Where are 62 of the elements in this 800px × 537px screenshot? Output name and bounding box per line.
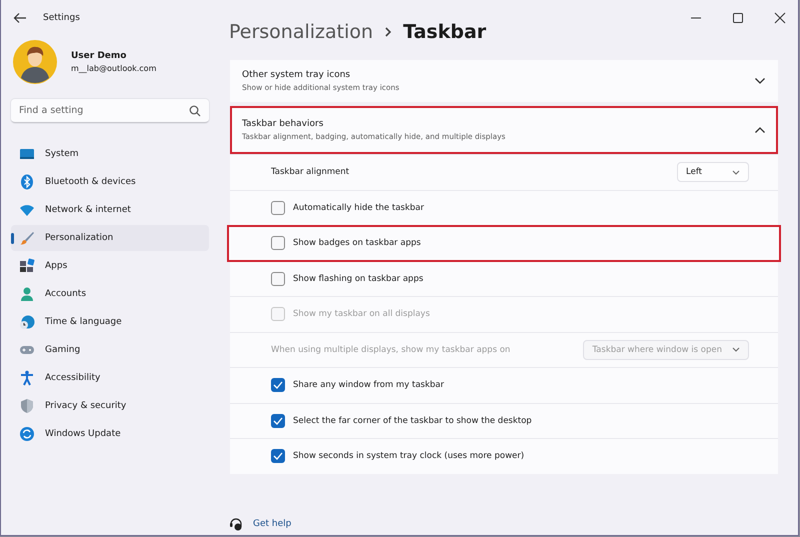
setting-label: When using multiple displays, show my taskbar apps on xyxy=(271,344,510,355)
dropdown: Taskbar where window is open xyxy=(583,340,749,360)
checkbox[interactable] xyxy=(271,414,285,428)
sidebar-item[interactable]: Accessibility xyxy=(11,365,209,391)
sidebar-item[interactable]: Apps xyxy=(11,253,209,279)
chevron-down-icon xyxy=(754,77,766,85)
help-link[interactable]: Get help xyxy=(253,519,292,529)
shield-icon xyxy=(19,398,35,414)
sidebar-item[interactable]: Gaming xyxy=(11,337,209,363)
sidebar-item[interactable]: Personalization xyxy=(11,225,209,251)
check-icon xyxy=(273,416,283,425)
sidebar-item[interactable]: System xyxy=(11,141,209,167)
breadcrumb-link[interactable]: Personalization xyxy=(229,21,374,43)
selection-indicator xyxy=(11,233,14,244)
chevron-down-icon xyxy=(732,170,740,175)
search-icon[interactable] xyxy=(189,105,201,117)
sidebar-item[interactable]: Privacy & security xyxy=(11,393,209,419)
update-icon xyxy=(19,426,35,442)
sidebar-item[interactable]: Accounts xyxy=(11,281,209,307)
chevron-right-icon xyxy=(383,25,394,39)
checkbox[interactable] xyxy=(271,378,285,392)
bluetooth-icon xyxy=(19,174,35,190)
back-icon[interactable] xyxy=(13,12,27,24)
checkbox[interactable] xyxy=(271,449,285,464)
section-title: Taskbar behaviors xyxy=(242,119,324,129)
wifi-icon xyxy=(19,202,35,218)
sidebar-item[interactable]: Bluetooth & devices xyxy=(11,169,209,195)
avatar-icon xyxy=(13,40,57,84)
checkbox-label: Show flashing on taskbar apps xyxy=(293,274,424,284)
check-icon xyxy=(273,381,283,390)
apps-icon xyxy=(19,258,35,274)
user-email: m__lab@outlook.com xyxy=(71,64,156,73)
search-field[interactable]: Find a setting xyxy=(11,99,209,123)
person-icon xyxy=(19,286,35,302)
checkbox[interactable] xyxy=(271,236,285,250)
checkbox-label: Share any window from my taskbar xyxy=(293,380,444,390)
chevron-up-icon xyxy=(754,126,766,134)
accessibility-icon xyxy=(19,370,35,386)
sidebar-item[interactable]: Network & internet xyxy=(11,197,209,223)
check-icon xyxy=(273,452,283,460)
chevron-down-icon xyxy=(732,347,740,352)
checkbox-label: Select the far corner of the taskbar to show the desktop xyxy=(293,416,532,426)
user-name: User Demo xyxy=(71,51,128,61)
checkbox[interactable] xyxy=(271,272,285,286)
setting-label: Taskbar alignment xyxy=(271,167,350,178)
checkbox[interactable] xyxy=(271,200,285,215)
window-title: Settings xyxy=(43,13,80,23)
close-icon[interactable] xyxy=(774,12,786,24)
checkbox-label: Show badges on taskbar apps xyxy=(293,238,421,248)
maximize-icon[interactable] xyxy=(732,12,744,24)
sidebar-item[interactable]: Time & language xyxy=(11,309,209,335)
sidebar-item[interactable]: Windows Update xyxy=(11,421,209,447)
section-title: Other system tray icons xyxy=(242,70,352,80)
checkbox-label: Automatically hide the taskbar xyxy=(293,202,424,213)
checkbox-label: Show my taskbar on all displays xyxy=(293,309,430,320)
brush-icon xyxy=(19,230,35,246)
dropdown[interactable]: Left xyxy=(677,162,749,182)
headset-icon xyxy=(229,517,243,531)
checkbox-label: Show seconds in system tray clock (uses more power) xyxy=(293,451,524,462)
page-title: Taskbar xyxy=(403,21,486,43)
system-icon xyxy=(19,146,35,162)
clock-globe-icon xyxy=(19,314,35,330)
